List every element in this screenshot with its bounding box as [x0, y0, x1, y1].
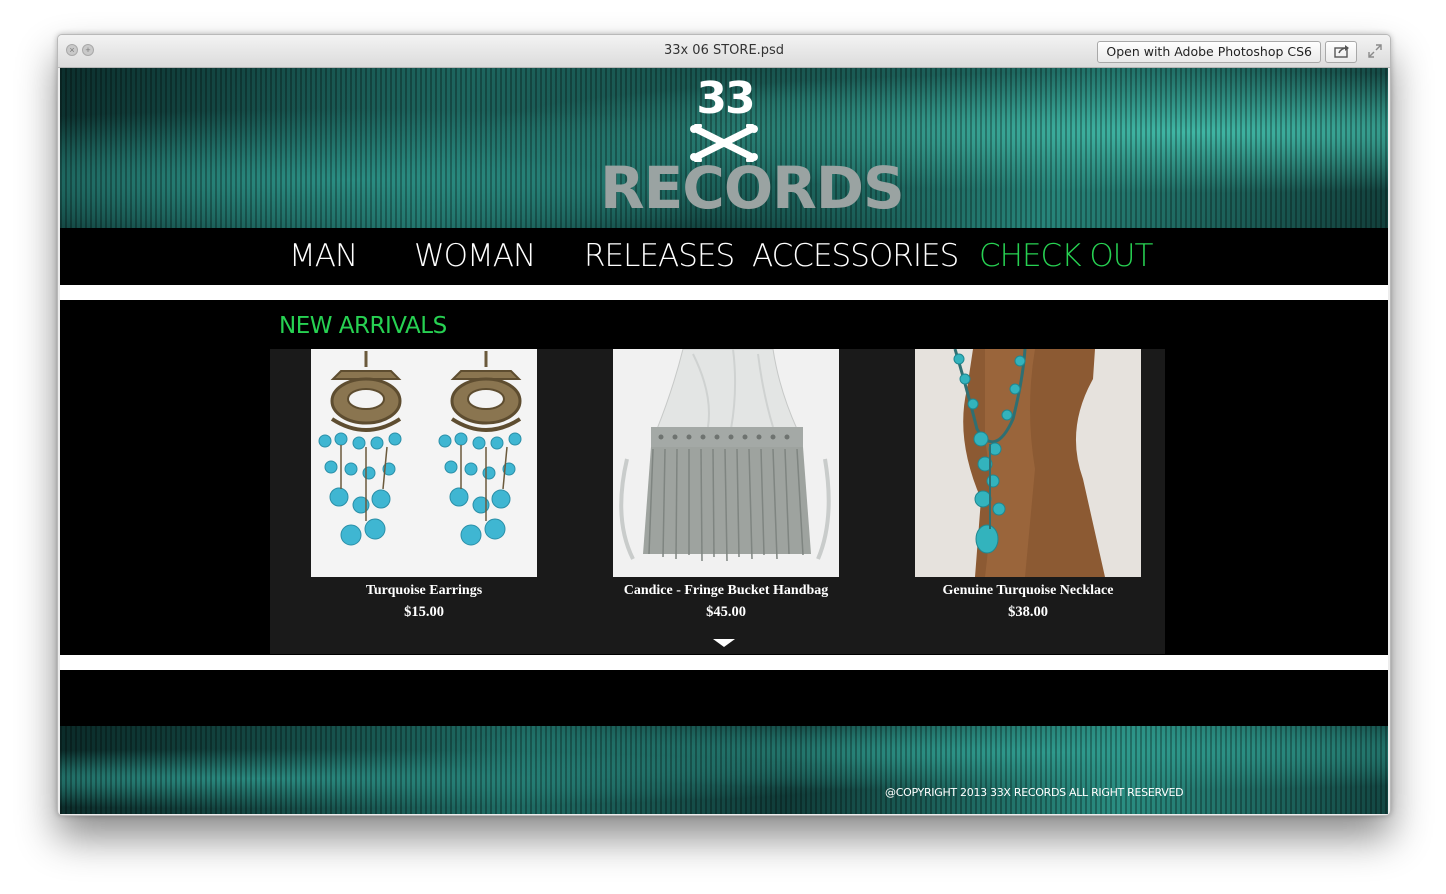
separator-bottom	[60, 655, 1388, 670]
product-price: $45.00	[706, 604, 746, 620]
product-name[interactable]: Candice - Fringe Bucket Handbag	[593, 583, 859, 599]
product-carousel: Turquoise Earrings $15.00 Candice - Frin…	[270, 349, 1165, 654]
product-card[interactable]: Genuine Turquoise Necklace $38.00	[915, 349, 1141, 639]
open-with-photoshop-button[interactable]: Open with Adobe Photoshop CS6	[1097, 41, 1321, 63]
turquoise-earrings-photo[interactable]	[311, 349, 537, 577]
product-card[interactable]: Candice - Fringe Bucket Handbag $45.00	[613, 349, 839, 639]
expand-icon[interactable]	[1368, 44, 1382, 58]
header-banner: 33 RECORDS	[60, 68, 1388, 228]
chevron-down-icon[interactable]	[713, 639, 735, 647]
footer: @COPYRIGHT 2013 33X RECORDS ALL RIGHT RE…	[60, 726, 1388, 814]
nav-item-releases[interactable]: RELEASES	[584, 238, 735, 274]
section-title: NEW ARRIVALS	[279, 313, 447, 339]
share-icon	[1334, 45, 1349, 58]
logo-number: 33	[696, 73, 755, 124]
main-nav: MAN WOMAN RELEASES ACCESSORIES CHECK OUT	[60, 228, 1388, 284]
preview-window: × + 33x 06 STORE.psd Open with Adobe Pho…	[57, 34, 1391, 816]
turquoise-necklace-photo[interactable]	[915, 349, 1141, 577]
nav-item-accessories[interactable]: ACCESSORIES	[752, 238, 959, 274]
product-price: $15.00	[404, 604, 444, 620]
product-name[interactable]: Turquoise Earrings	[291, 583, 557, 599]
nav-item-check-out[interactable]: CHECK OUT	[979, 238, 1153, 274]
nav-item-woman[interactable]: WOMAN	[414, 238, 536, 274]
product-name[interactable]: Genuine Turquoise Necklace	[895, 583, 1161, 599]
copyright-text: @COPYRIGHT 2013 33X RECORDS ALL RIGHT RE…	[885, 786, 1184, 799]
share-button[interactable]	[1325, 41, 1357, 63]
product-price: $38.00	[1008, 604, 1048, 620]
title-bar: × + 33x 06 STORE.psd Open with Adobe Pho…	[58, 35, 1390, 68]
product-card[interactable]: Turquoise Earrings $15.00	[311, 349, 537, 639]
nav-item-man[interactable]: MAN	[289, 238, 358, 274]
fringe-bucket-handbag-photo[interactable]	[613, 349, 839, 577]
logo-wordmark: RECORDS	[600, 154, 905, 222]
store-page: 33 RECORDS MAN WOMAN RELEASES ACCESSORIE…	[60, 68, 1388, 814]
separator-top	[60, 285, 1388, 300]
